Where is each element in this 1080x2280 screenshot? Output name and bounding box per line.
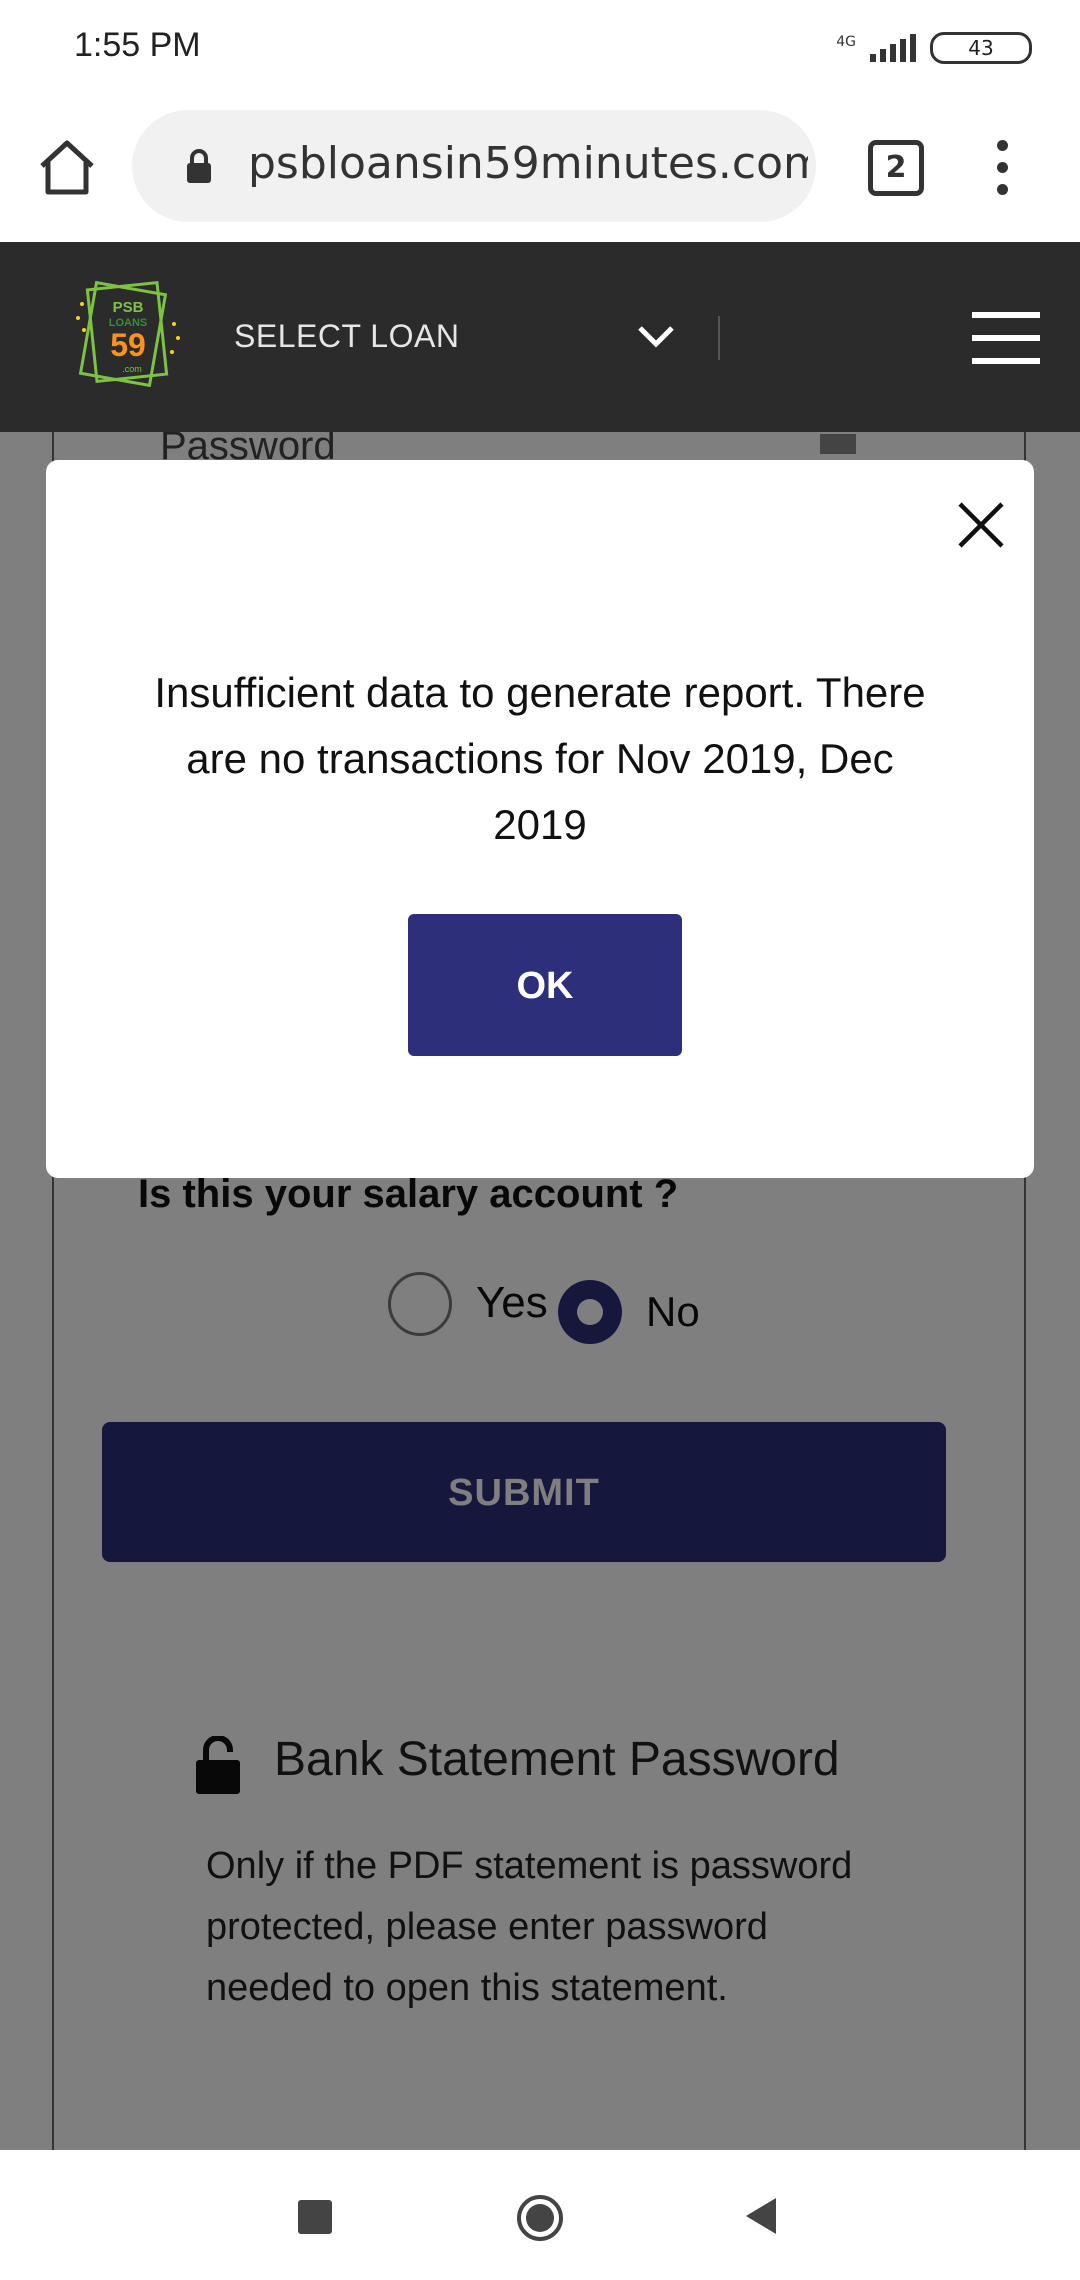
ok-button[interactable]: OK <box>408 914 682 1056</box>
tab-switcher-button[interactable]: 2 <box>868 140 924 196</box>
logo-text-psb: PSB <box>113 299 144 316</box>
status-bar: 1:55 PM 4G 43 <box>0 0 1080 96</box>
status-icons: 4G 43 <box>836 28 1032 68</box>
logo-text-com: .com <box>122 364 142 374</box>
dialog-message: Insufficient data to generate report. Th… <box>154 669 926 848</box>
url-bar[interactable]: psbloansin59minutes.com/ <box>132 110 816 222</box>
logo-number: 59 <box>110 327 146 363</box>
battery-icon: 43 <box>930 32 1032 64</box>
alert-dialog: Insufficient data to generate report. Th… <box>46 460 1034 1178</box>
back-icon[interactable] <box>742 2196 780 2236</box>
chevron-down-icon[interactable] <box>636 322 676 350</box>
network-type-label: 4G <box>836 34 856 50</box>
battery-level: 43 <box>968 36 994 60</box>
lock-icon <box>187 149 211 183</box>
status-time: 1:55 PM <box>74 26 201 64</box>
home-icon[interactable] <box>36 136 98 198</box>
header-divider <box>718 316 720 360</box>
signal-icon <box>870 34 916 62</box>
url-text[interactable]: psbloansin59minutes.com/ <box>248 138 808 189</box>
select-loan-dropdown[interactable]: SELECT LOAN <box>234 318 459 355</box>
psb-loans-logo[interactable]: PSB LOANS 59 .com <box>74 274 184 394</box>
close-icon[interactable] <box>950 494 1012 556</box>
hamburger-menu-icon[interactable] <box>972 312 1040 364</box>
site-header: PSB LOANS 59 .com SELECT LOAN <box>0 242 1080 432</box>
more-options-icon[interactable] <box>990 140 1014 196</box>
recent-apps-icon[interactable] <box>298 2200 332 2234</box>
browser-toolbar: psbloansin59minutes.com/ 2 <box>0 96 1080 242</box>
home-circle-icon[interactable] <box>516 2194 564 2242</box>
system-navigation-bar <box>0 2150 1080 2280</box>
tab-count: 2 <box>885 150 907 185</box>
